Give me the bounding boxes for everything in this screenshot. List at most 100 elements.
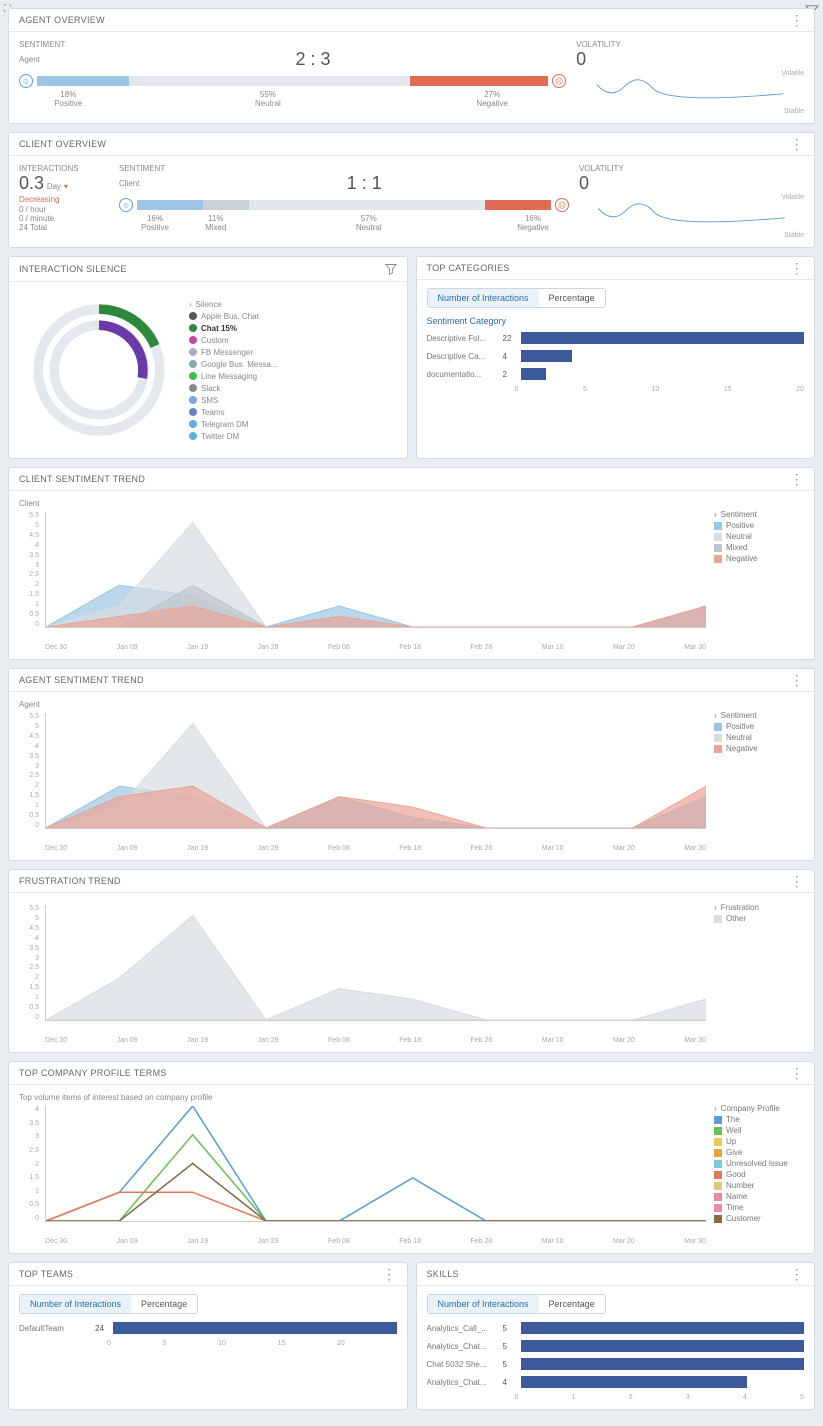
silence-legend-item[interactable]: SMS <box>189 396 277 405</box>
x-tick: Mar 10 <box>542 845 564 852</box>
x-tick: Jan 09 <box>117 1037 138 1044</box>
y-tick: 3.5 <box>19 945 39 952</box>
legend-item[interactable]: Other <box>714 914 804 923</box>
legend-swatch <box>189 360 197 368</box>
legend-item[interactable]: Customer <box>714 1214 804 1223</box>
bar-value: 5 <box>503 1324 515 1333</box>
x-tick: Feb 18 <box>399 1238 421 1245</box>
y-tick: 0 <box>19 1014 39 1021</box>
silence-legend-item[interactable]: Teams <box>189 408 277 417</box>
legend-item[interactable]: Time <box>714 1203 804 1212</box>
axis-tick: 5 <box>163 1340 167 1347</box>
card-menu-icon[interactable]: ⋮ <box>790 877 804 885</box>
volatility-sparkline <box>576 77 804 105</box>
card-title: FRUSTRATION TREND <box>19 876 121 886</box>
y-tick: 4 <box>19 935 39 942</box>
legend-item[interactable]: Give <box>714 1148 804 1157</box>
legend-item[interactable]: Well <box>714 1126 804 1135</box>
card-menu-icon[interactable]: ⋮ <box>790 676 804 684</box>
legend-item[interactable]: Negative <box>714 744 804 753</box>
card-menu-icon[interactable]: ⋮ <box>790 16 804 24</box>
subtitle-link[interactable]: Sentiment Category <box>427 316 805 326</box>
card-title: AGENT OVERVIEW <box>19 15 105 25</box>
chevron-right-icon: › <box>714 1104 717 1113</box>
legend-group[interactable]: › Sentiment <box>714 510 804 519</box>
y-tick: 2 <box>19 974 39 981</box>
legend-item[interactable]: Up <box>714 1137 804 1146</box>
silence-legend-item[interactable]: Twitter DM <box>189 432 277 441</box>
tab-number-of-interactions[interactable]: Number of Interactions <box>20 1295 131 1313</box>
volatility-sparkline <box>579 201 804 229</box>
legend-item[interactable]: Negative <box>714 554 804 563</box>
interaction-stat: 0 / minute <box>19 214 109 223</box>
silence-legend-item[interactable]: FB Messenger <box>189 348 277 357</box>
filter-icon[interactable] <box>385 263 397 275</box>
silence-legend-item[interactable]: Telegram DM <box>189 420 277 429</box>
legend-swatch <box>714 533 722 541</box>
legend-swatch <box>714 1204 722 1212</box>
bar-row: Chat 5032 She...5 <box>427 1358 805 1370</box>
y-tick: 1.5 <box>19 792 39 799</box>
legend-swatch <box>714 1215 722 1223</box>
card-title: TOP COMPANY PROFILE TERMS <box>19 1068 167 1078</box>
silence-legend-item[interactable]: Line Messaging <box>189 372 277 381</box>
card-menu-icon[interactable]: ⋮ <box>382 1270 396 1278</box>
bar-row: Descriptive Fol...22 <box>427 332 805 344</box>
axis-tick: 0 <box>515 1394 519 1401</box>
y-tick: 5.5 <box>19 512 39 519</box>
y-tick: 1 <box>19 994 39 1001</box>
x-tick: Mar 30 <box>684 1238 706 1245</box>
legend-group[interactable]: › Frustration <box>714 903 804 912</box>
silence-legend-item[interactable]: Custom <box>189 336 277 345</box>
silence-legend-item[interactable]: Chat 15% <box>189 324 277 333</box>
silence-legend-item[interactable]: Google Bus. Messa... <box>189 360 277 369</box>
axis-tick: 5 <box>583 386 587 393</box>
legend-swatch <box>189 408 197 416</box>
legend-item[interactable]: Good <box>714 1170 804 1179</box>
legend-item[interactable]: Unresolved Issue <box>714 1159 804 1168</box>
y-tick: 1.5 <box>19 984 39 991</box>
card-menu-icon[interactable]: ⋮ <box>790 140 804 148</box>
bar-value: 24 <box>95 1324 107 1333</box>
silence-legend-item[interactable]: Slack <box>189 384 277 393</box>
tab-number-of-interactions[interactable]: Number of Interactions <box>428 1295 539 1313</box>
legend-swatch <box>714 555 722 563</box>
legend-item[interactable]: Positive <box>714 521 804 530</box>
y-tick: 3 <box>19 1133 39 1140</box>
card-menu-icon[interactable]: ⋮ <box>790 264 804 272</box>
sentiment-segment <box>485 200 551 210</box>
card-title: INTERACTION SILENCE <box>19 264 127 274</box>
series-line <box>46 1106 706 1221</box>
silence-legend-item[interactable]: Apple Bus. Chat <box>189 312 277 321</box>
card-menu-icon[interactable]: ⋮ <box>790 475 804 483</box>
tab-percentage[interactable]: Percentage <box>539 1295 605 1313</box>
legend-swatch <box>189 372 197 380</box>
legend-swatch <box>714 1160 722 1168</box>
segment-label: 27%Negative <box>418 90 566 108</box>
interaction-silence-card: INTERACTION SILENCE › Silence Apple Bus.… <box>8 256 408 459</box>
legend-swatch <box>189 312 197 320</box>
y-tick: 4 <box>19 1106 39 1113</box>
y-tick: 1 <box>19 1188 39 1195</box>
legend-item[interactable]: Neutral <box>714 532 804 541</box>
legend-item[interactable]: The <box>714 1115 804 1124</box>
bar-label: Chat 5032 She... <box>427 1360 497 1369</box>
card-menu-icon[interactable]: ⋮ <box>790 1069 804 1077</box>
legend-item[interactable]: Positive <box>714 722 804 731</box>
axis-tick: 4 <box>743 1394 747 1401</box>
agent_trend-card: AGENT SENTIMENT TREND⋮Agent00.511.522.53… <box>8 668 815 861</box>
tab-number-of-interactions[interactable]: Number of Interactions <box>428 289 539 307</box>
legend-group[interactable]: › Company Profile <box>714 1104 804 1113</box>
tab-percentage[interactable]: Percentage <box>131 1295 197 1313</box>
legend-group[interactable]: › Silence <box>189 300 277 309</box>
x-tick: Mar 10 <box>542 1037 564 1044</box>
tab-percentage[interactable]: Percentage <box>539 289 605 307</box>
card-menu-icon[interactable]: ⋮ <box>790 1270 804 1278</box>
top-categories-card: TOP CATEGORIES⋮ Number of InteractionsPe… <box>416 256 816 459</box>
legend-item[interactable]: Name <box>714 1192 804 1201</box>
legend-item[interactable]: Mixed <box>714 543 804 552</box>
x-tick: Jan 29 <box>258 845 279 852</box>
legend-group[interactable]: › Sentiment <box>714 711 804 720</box>
legend-item[interactable]: Number <box>714 1181 804 1190</box>
legend-item[interactable]: Neutral <box>714 733 804 742</box>
